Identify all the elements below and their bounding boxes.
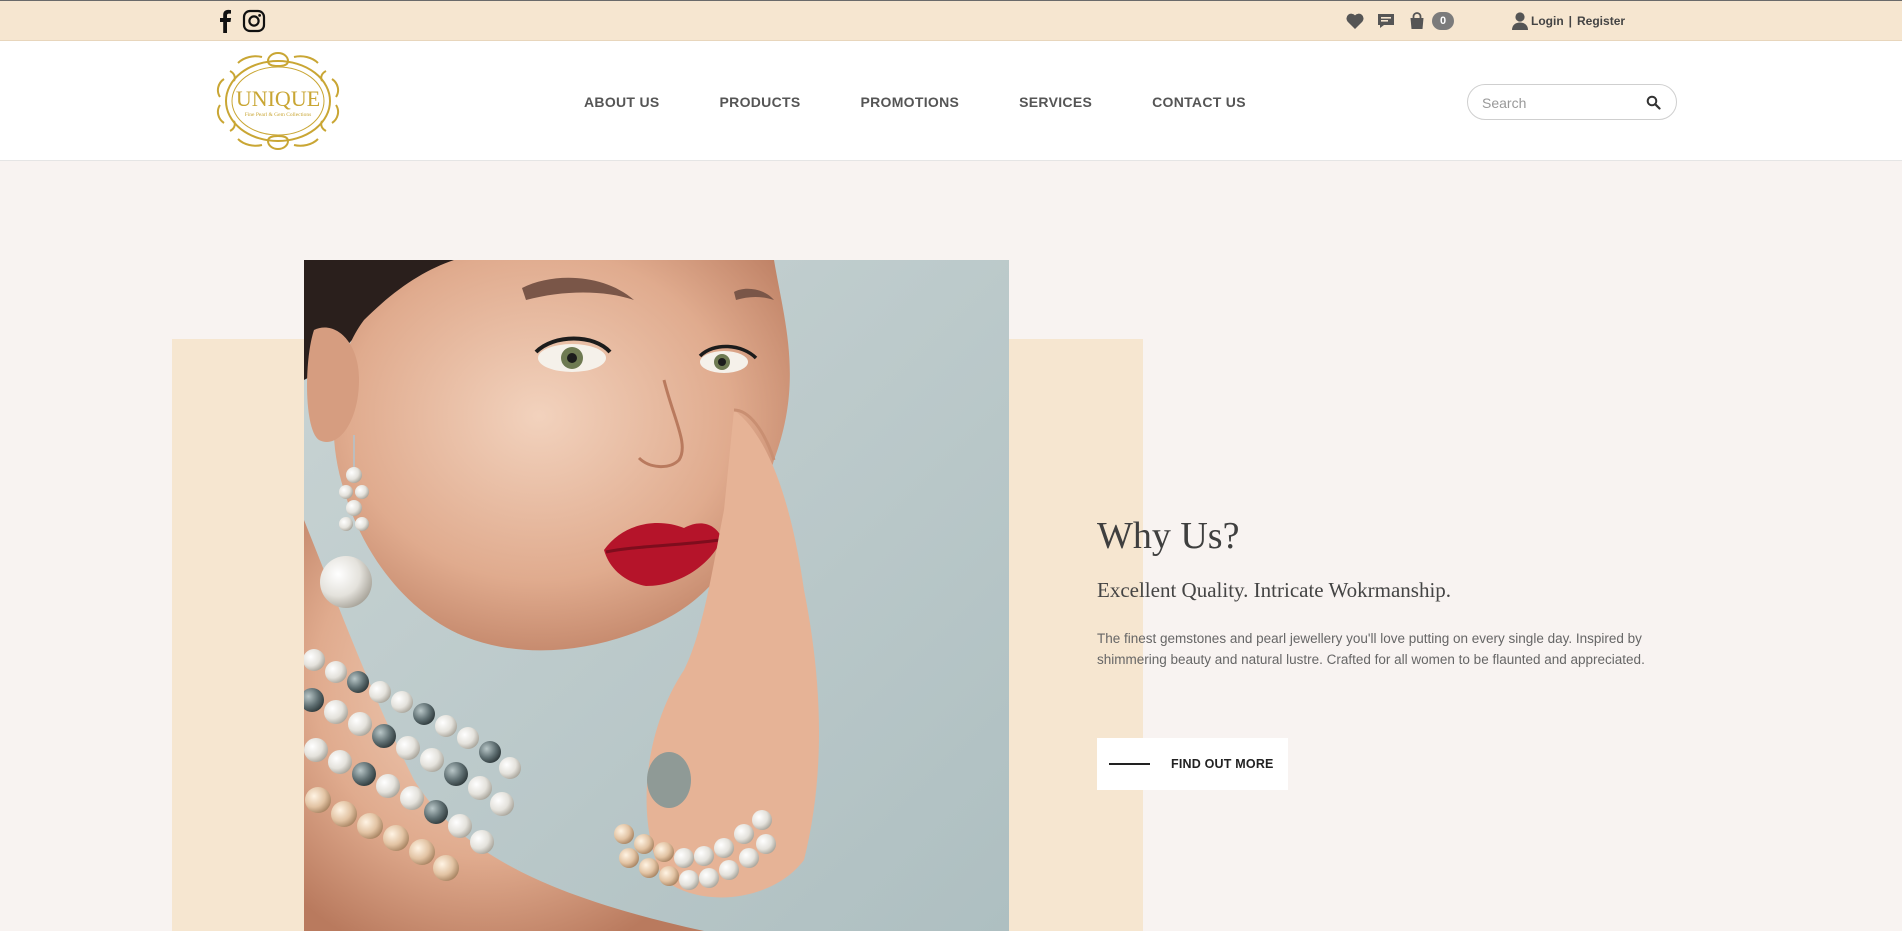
unique-logo[interactable]: UNIQUE Fine Pearl & Gem Collections [214, 49, 342, 153]
find-out-more-button[interactable]: FIND OUT MORE [1097, 738, 1288, 790]
why-us-description: The finest gemstones and pearl jewellery… [1097, 631, 1645, 667]
account-separator: | [1568, 14, 1573, 28]
facebook-icon[interactable] [218, 9, 232, 33]
nav-about-us[interactable]: ABOUT US [584, 94, 660, 110]
top-utility-bar: 0 Login | Register [0, 0, 1902, 41]
account-links: Login | Register [1511, 11, 1625, 31]
utility-icons: 0 Login | Register [1345, 11, 1625, 31]
nav-services[interactable]: SERVICES [1019, 94, 1092, 110]
main-header: UNIQUE Fine Pearl & Gem Collections ABOU… [0, 41, 1902, 161]
nav-products[interactable]: PRODUCTS [720, 94, 801, 110]
hero-photo [304, 260, 1009, 931]
main-navigation: ABOUT US PRODUCTS PROMOTIONS SERVICES CO… [584, 94, 1246, 110]
search-input[interactable] [1482, 93, 1632, 113]
register-link[interactable]: Register [1577, 14, 1625, 28]
logo-wordmark: UNIQUE [236, 86, 320, 111]
user-icon [1512, 12, 1528, 30]
chat-icon[interactable] [1376, 11, 1396, 31]
search-box [1467, 84, 1677, 120]
find-out-more-label: FIND OUT MORE [1171, 757, 1274, 771]
why-us-heading: Why Us? [1097, 515, 1240, 557]
search-icon[interactable] [1646, 95, 1661, 110]
nav-promotions[interactable]: PROMOTIONS [860, 94, 959, 110]
heart-icon[interactable] [1345, 11, 1365, 31]
shopping-bag-icon[interactable] [1407, 11, 1427, 31]
instagram-icon[interactable] [242, 9, 266, 33]
why-us-subheading: Excellent Quality. Intricate Wokrmanship… [1097, 578, 1452, 602]
social-links [218, 9, 266, 33]
button-line-decoration [1109, 763, 1150, 765]
model-with-pearl-jewellery-photo [304, 260, 1009, 931]
logo-tagline: Fine Pearl & Gem Collections [245, 112, 312, 118]
login-link[interactable]: Login [1531, 14, 1564, 28]
cart-count-badge[interactable]: 0 [1432, 12, 1454, 30]
nav-contact-us[interactable]: CONTACT US [1152, 94, 1246, 110]
